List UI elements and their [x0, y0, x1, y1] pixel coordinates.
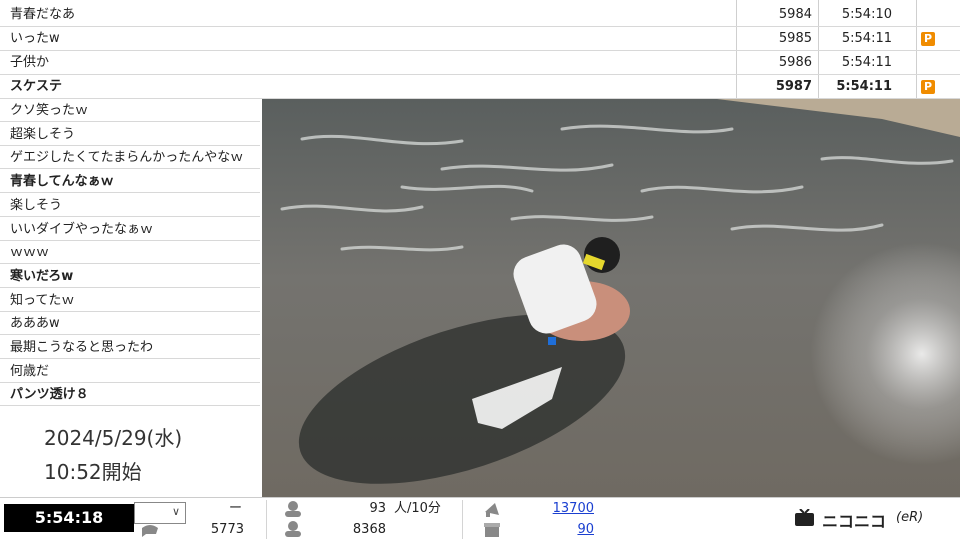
comment-time: 5:54:11 [841, 31, 892, 46]
list-item[interactable]: 最期こうなると思ったわ [0, 336, 260, 359]
comment-number: 5987 [775, 79, 812, 94]
table-row[interactable]: いったw 5985 5:54:11 P [0, 27, 960, 51]
list-item[interactable]: あああw [0, 312, 260, 336]
gift-icon [484, 523, 500, 537]
comment-table: 青春だなあ 5984 5:54:10 いったw 5985 5:54:11 P 子供か 5986 5… [0, 0, 960, 100]
comment-number: 5985 [778, 31, 812, 46]
list-item[interactable]: 知ってたｗ [0, 289, 260, 312]
ad-icon [485, 503, 499, 517]
chevron-down-icon: ∨ [171, 505, 180, 518]
list-item[interactable]: 超楽しそう [0, 123, 260, 146]
premium-cell [918, 3, 958, 26]
premium-badge-icon: P [921, 80, 935, 94]
list-item[interactable]: 寒いだろw [0, 265, 260, 288]
comment-number: 5986 [778, 55, 812, 70]
list-item[interactable]: ｗｗｗ [0, 241, 260, 265]
visitors-icon [285, 521, 301, 537]
list-item[interactable]: 楽しそう [0, 194, 260, 217]
dash-label: ー [229, 501, 243, 516]
comment-time: 5:54:10 [841, 7, 892, 22]
gift-points-link[interactable]: 90 [520, 522, 594, 538]
comment-text: いったw [10, 31, 60, 46]
active-users-count: 93 [369, 501, 386, 516]
list-item[interactable]: 何歳だ [0, 360, 260, 383]
comment-list: クソ笑ったｗ 超楽しそう ゲエジしたくてたまらんかったんやなｗ 青春してんなぁｗ 楽しそ… [0, 99, 262, 407]
premium-cell [918, 51, 958, 74]
premium-cell: P [918, 27, 958, 50]
active-users-icon [285, 501, 301, 517]
logo-text: ニコニコ [822, 512, 887, 531]
premium-badge-icon: P [921, 32, 935, 46]
list-item[interactable]: パンツ透け８ [0, 383, 260, 407]
video-player[interactable] [262, 99, 960, 497]
divider [462, 500, 463, 539]
elapsed-time: 5:54:18 [4, 504, 134, 532]
comment-text: 子供か [10, 55, 50, 70]
table-row[interactable]: 青春だなあ 5984 5:54:10 [0, 3, 960, 27]
comment-number: 5984 [778, 7, 812, 22]
table-row[interactable]: 子供か 5986 5:54:11 [0, 51, 960, 75]
comment-time: 5:54:11 [841, 55, 892, 70]
premium-cell: P [918, 75, 958, 98]
list-item[interactable]: いいダイブやったなぁｗ [0, 218, 260, 241]
video-frame [262, 99, 960, 497]
broadcast-info: 2024/5/29(水) 10:52開始 [0, 412, 262, 497]
comment-time: 5:54:11 [836, 79, 892, 94]
comment-icon [142, 525, 158, 537]
comment-filter-select[interactable]: ∨ [134, 502, 186, 524]
ad-points-link[interactable]: 13700 [520, 501, 594, 517]
list-item[interactable]: 青春してんなぁｗ [0, 170, 260, 194]
status-bar: 5:54:18 ∨ ー 5773 93 人/10分 8368 13700 90 … [0, 497, 960, 541]
broadcast-date: 2024/5/29(水) [44, 426, 183, 450]
broadcast-start: 10:52開始 [44, 460, 142, 484]
divider [266, 500, 267, 539]
visitors-count: 8368 [352, 522, 386, 537]
comment-text: 青春だなあ [10, 7, 76, 22]
table-row[interactable]: スケステ 5987 5:54:11 P [0, 75, 960, 99]
list-item[interactable]: クソ笑ったｗ [0, 99, 260, 122]
comment-text: スケステ [10, 79, 63, 94]
tv-icon [795, 509, 814, 526]
list-item[interactable]: ゲエジしたくてたまらんかったんやなｗ [0, 146, 260, 170]
comment-count: 5773 [210, 522, 244, 537]
active-users-unit: 人/10分 [394, 501, 441, 516]
logo-sub: (eR) [896, 510, 924, 525]
